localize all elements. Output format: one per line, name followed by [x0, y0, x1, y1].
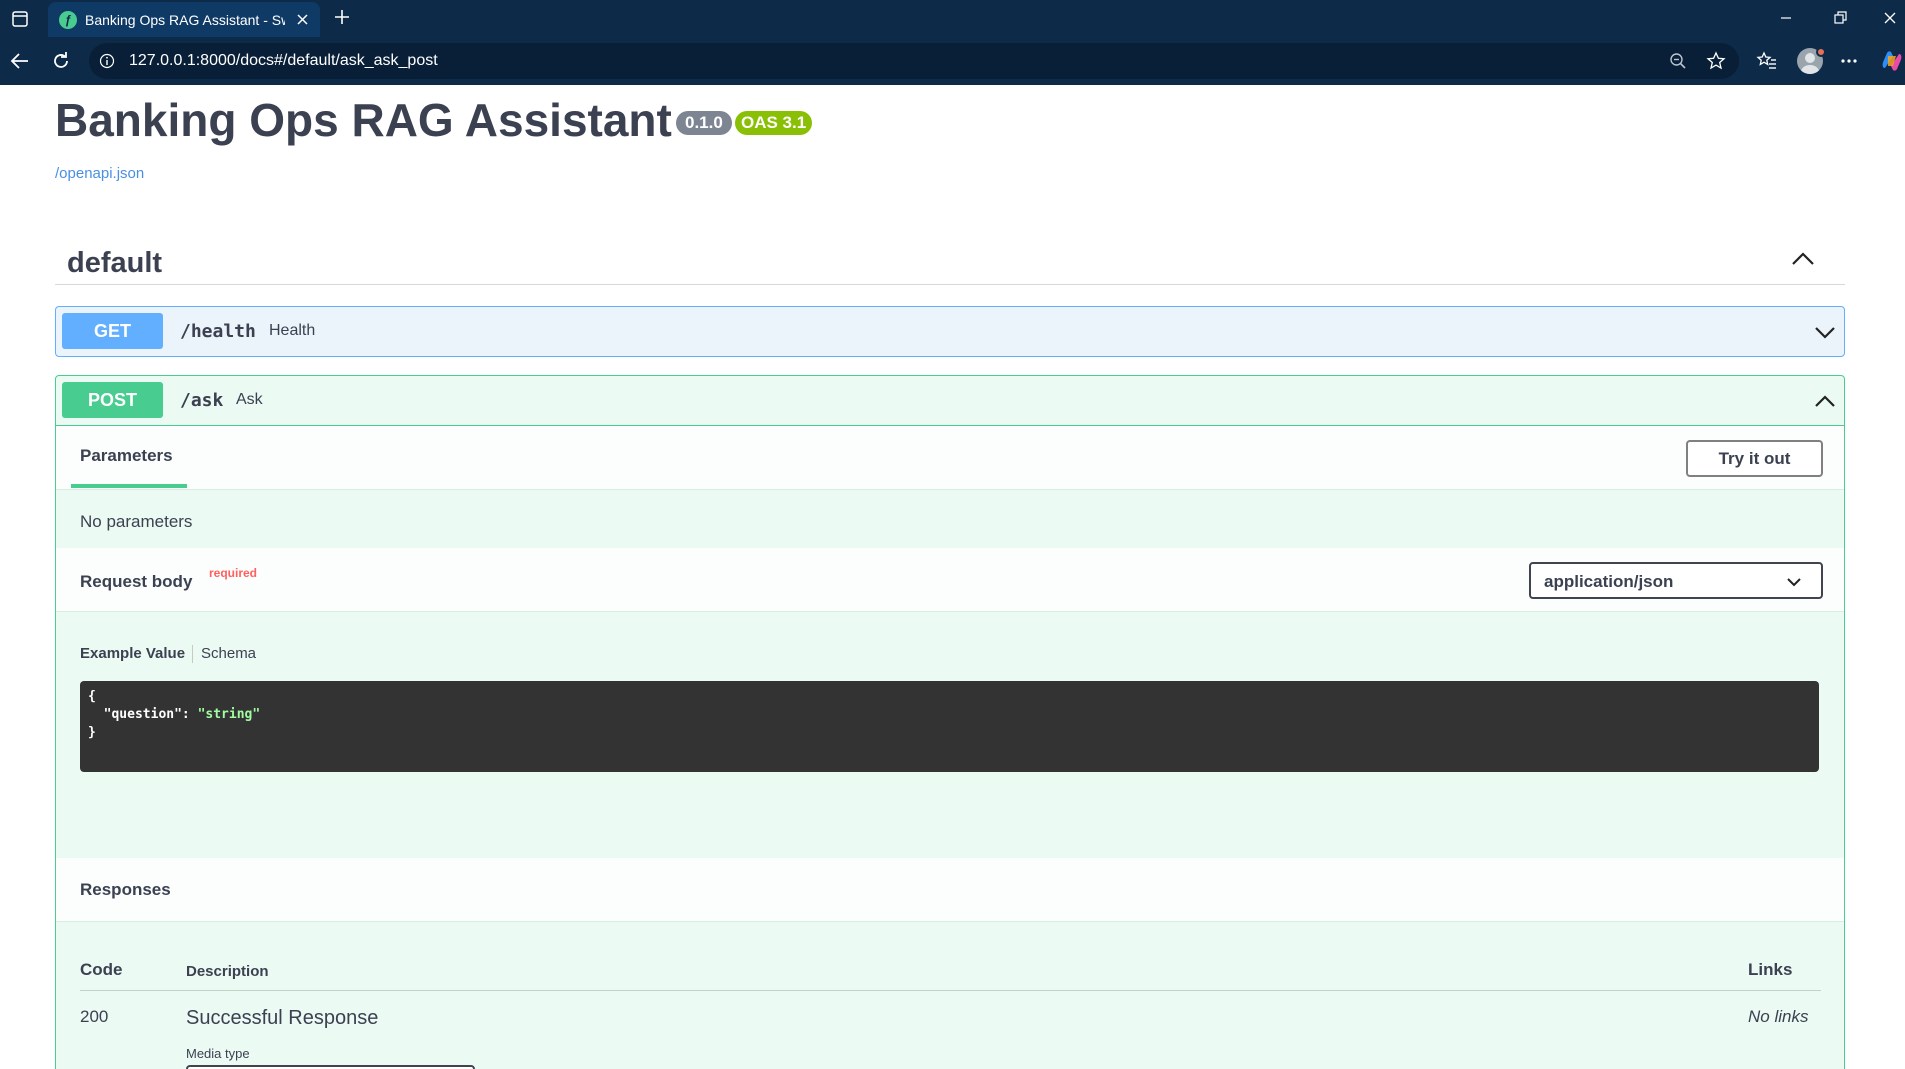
scrollbar[interactable] — [1899, 85, 1905, 1069]
tag-name: default — [67, 247, 163, 279]
copilot-icon[interactable] — [1879, 48, 1905, 74]
tab-schema[interactable]: Schema — [201, 645, 256, 662]
reload-icon[interactable] — [50, 50, 72, 72]
tab-divider — [192, 645, 193, 663]
window-minimize-icon[interactable] — [1776, 10, 1796, 26]
page-title: Banking Ops RAG Assistant — [55, 94, 672, 146]
browser-tab-strip: ƒ Banking Ops RAG Assistant - Swa — [0, 0, 1905, 37]
request-body-title: Request body — [80, 572, 193, 591]
operation-get-health[interactable]: GET /health Health — [55, 306, 1845, 357]
required-label: required — [209, 566, 258, 580]
window-close-icon[interactable] — [1880, 9, 1900, 27]
notification-dot — [1816, 47, 1826, 57]
try-it-out-button[interactable]: Try it out — [1686, 440, 1823, 477]
site-info-icon[interactable] — [99, 53, 115, 69]
code-line: } — [88, 725, 96, 740]
operation-path[interactable]: /ask — [180, 390, 223, 411]
code-key: "question": — [88, 707, 198, 722]
media-type-label: Media type — [186, 1046, 250, 1061]
method-badge-get: GET — [62, 313, 163, 349]
media-type-select[interactable] — [186, 1065, 475, 1069]
content-type-value: application/json — [1544, 572, 1674, 591]
tab-parameters[interactable]: Parameters — [80, 446, 173, 466]
swagger-page: Banking Ops RAG Assistant 0.1.0 OAS 3.1 … — [4, 85, 1899, 1069]
swagger-favicon-icon: ƒ — [59, 11, 77, 29]
active-tab-indicator — [71, 484, 187, 488]
version-badge: 0.1.0 — [676, 111, 732, 135]
browser-tab-active[interactable]: ƒ Banking Ops RAG Assistant - Swa — [48, 2, 320, 37]
column-header-description: Description — [186, 963, 269, 980]
request-body-header: Request body required application/json — [56, 548, 1844, 612]
browser-toolbar: 127.0.0.1:8000/docs#/default/ask_ask_pos… — [0, 37, 1905, 85]
openapi-json-link[interactable]: /openapi.json — [55, 165, 144, 182]
parameters-header: Parameters Try it out — [56, 426, 1844, 490]
response-description: Successful Response — [186, 1007, 379, 1029]
code-line: "question": "string" — [88, 707, 261, 722]
responses-header: Responses — [56, 858, 1844, 922]
tab-example-value[interactable]: Example Value — [80, 645, 185, 662]
code-line: { — [88, 689, 96, 704]
oas-badge: OAS 3.1 — [735, 111, 813, 135]
operation-path: /health — [180, 321, 256, 342]
response-code: 200 — [80, 1007, 109, 1026]
more-menu-icon[interactable] — [1838, 51, 1860, 71]
code-string: "string" — [197, 707, 261, 722]
responses-title: Responses — [80, 880, 171, 899]
back-arrow-icon[interactable] — [9, 51, 31, 71]
chevron-down-icon — [1786, 576, 1802, 588]
tag-header-default[interactable]: default — [55, 238, 1845, 285]
favorites-list-icon[interactable] — [1756, 50, 1778, 72]
column-header-links: Links — [1748, 960, 1793, 979]
favorite-star-icon[interactable] — [1706, 51, 1726, 71]
chevron-up-icon[interactable] — [1790, 249, 1816, 269]
chevron-up-icon[interactable] — [1813, 392, 1837, 410]
operation-post-ask: POST /ask Ask Parameters Try it out No p… — [55, 375, 1845, 1069]
example-code-block[interactable]: { "question": "string" } — [80, 681, 1819, 772]
tab-close-icon[interactable] — [295, 12, 310, 27]
response-links: No links — [1748, 1007, 1809, 1026]
tab-actions-icon[interactable] — [10, 9, 30, 29]
method-badge-post[interactable]: POST — [62, 382, 163, 418]
column-header-code: Code — [80, 960, 123, 979]
content-type-select[interactable]: application/json — [1529, 562, 1823, 599]
operation-summary: Ask — [236, 391, 263, 408]
chevron-down-icon[interactable] — [1813, 323, 1837, 341]
url-text[interactable]: 127.0.0.1:8000/docs#/default/ask_ask_pos… — [129, 52, 438, 70]
no-parameters-text: No parameters — [80, 512, 193, 531]
window-restore-icon[interactable] — [1830, 9, 1850, 27]
tab-title: Banking Ops RAG Assistant - Swa — [85, 12, 285, 28]
zoom-out-icon[interactable] — [1669, 52, 1687, 70]
divider — [80, 990, 1821, 991]
address-bar[interactable]: 127.0.0.1:8000/docs#/default/ask_ask_pos… — [89, 43, 1739, 79]
operation-summary: Health — [269, 322, 316, 339]
new-tab-icon[interactable] — [332, 7, 352, 27]
